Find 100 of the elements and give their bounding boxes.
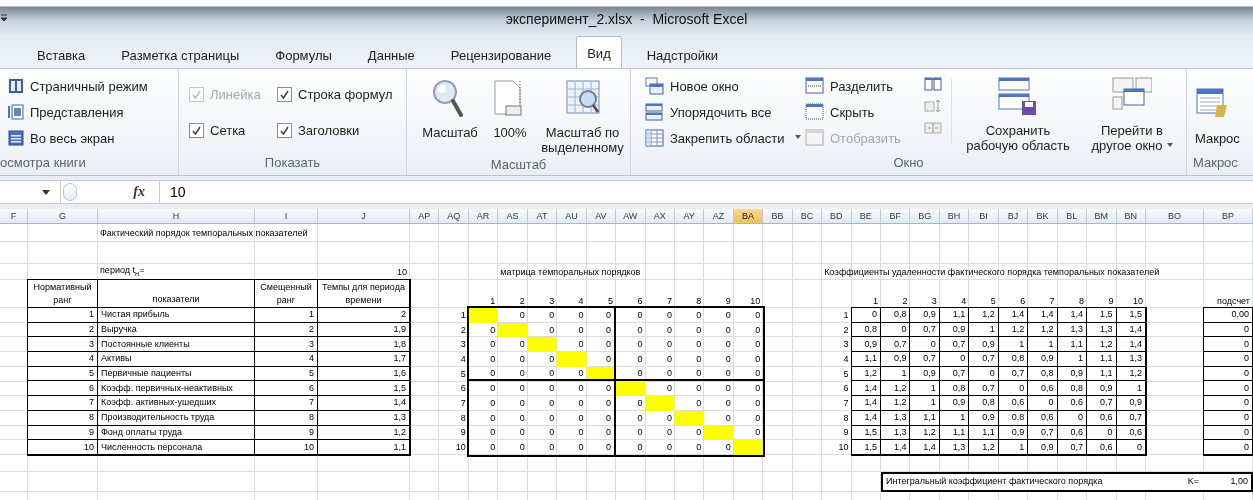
matrix-cell-text: 0	[665, 426, 673, 440]
column-header[interactable]: H	[98, 209, 255, 223]
column-header[interactable]: BL	[1057, 209, 1088, 223]
column-header[interactable]: AS	[498, 209, 528, 223]
column-header[interactable]: AR	[468, 209, 499, 223]
matrix-cell-text: 0	[548, 382, 556, 396]
matrix-cell-text: 0	[548, 352, 556, 366]
column-header[interactable]: BJ	[998, 209, 1029, 223]
count-cell: 0,00	[1203, 308, 1253, 323]
column-header[interactable]: BC	[792, 209, 823, 223]
table-cell: Численность персонала	[98, 440, 255, 455]
ribbon-tab[interactable]: Разметка страницы	[103, 42, 258, 68]
matrix-cell-text: 0	[665, 323, 673, 337]
window-tool-button[interactable]	[924, 77, 942, 91]
column-header[interactable]: BK	[1028, 209, 1058, 223]
table-cell: Первичные пациенты	[98, 366, 255, 382]
ribbon-tab[interactable]: Данные	[349, 42, 433, 68]
checkbox[interactable]	[277, 86, 292, 102]
matrix-cell-text: 0	[724, 411, 732, 425]
column-header[interactable]: BP	[1203, 209, 1253, 223]
column-header[interactable]: BM	[1087, 209, 1117, 223]
zoom-button[interactable]: Масштаб по выделенному	[535, 69, 630, 155]
column-heading: показатели	[98, 280, 255, 308]
checkmark-icon	[192, 125, 201, 135]
matrix-cell-text: 0	[518, 411, 526, 425]
column-header[interactable]: AP	[410, 209, 440, 223]
column-header[interactable]: BG	[910, 209, 940, 223]
matrix-cell: 1,2	[881, 381, 911, 397]
column-header[interactable]: I	[255, 209, 318, 223]
matrix-cell-text: 0	[548, 308, 556, 322]
window-button[interactable]: Скрыть	[801, 99, 921, 125]
matrix-row-label: 3	[842, 338, 850, 352]
matrix-row-label: 8	[459, 411, 467, 425]
table-cell: 1,1	[318, 440, 410, 455]
matrix-cell-text: 0	[754, 323, 762, 337]
column-header[interactable]: F	[0, 209, 28, 223]
column-header[interactable]: BO	[1145, 209, 1204, 223]
macros-button[interactable]: Макрос	[1187, 69, 1240, 153]
checkbox-option[interactable]: Сетка	[185, 117, 273, 143]
ribbon-tab[interactable]: Вставка	[19, 42, 104, 68]
matrix-cell: 0,8	[998, 410, 1029, 426]
matrix-cell-text: 0	[489, 352, 497, 366]
column-header[interactable]: G	[28, 209, 98, 223]
fullscreen-icon	[8, 130, 24, 146]
column-header[interactable]: AZ	[704, 209, 734, 223]
matrix-cell: 0,6	[1087, 410, 1117, 426]
column-header[interactable]: BB	[763, 209, 793, 223]
checkbox[interactable]	[189, 122, 204, 138]
insert-function-button[interactable]: fx	[133, 184, 145, 200]
checkbox[interactable]	[277, 122, 292, 138]
column-header[interactable]: AV	[586, 209, 617, 223]
window-button[interactable]: Перейти в другое окно	[1078, 69, 1186, 153]
checkbox-option[interactable]: Заголовки	[273, 117, 403, 143]
column-header[interactable]: BN	[1116, 209, 1146, 223]
column-header[interactable]: AY	[674, 209, 705, 223]
table-cell: 8	[28, 410, 98, 426]
split-icon	[805, 77, 824, 95]
ribbon-tab[interactable]: Формулы	[257, 42, 350, 68]
checkbox-option[interactable]: Строка формул	[273, 81, 403, 107]
ribbon-tab[interactable]: Надстройки	[628, 42, 737, 68]
formula-field[interactable]: 10	[160, 181, 1253, 203]
ribbon-tab[interactable]: Рецензирование	[432, 42, 570, 68]
window-button[interactable]: Закрепить области	[641, 125, 801, 151]
matrix-cell-text: 0	[489, 441, 497, 455]
window-button[interactable]: Разделить	[801, 73, 921, 99]
column-header[interactable]: BE	[851, 209, 881, 223]
table-cell: 9	[255, 425, 318, 441]
column-header[interactable]: BH	[939, 209, 970, 223]
expand-handle[interactable]	[63, 183, 77, 201]
column-header[interactable]: AQ	[439, 209, 469, 223]
matrix-row-label: 8	[842, 411, 850, 425]
matrix-cell: 0	[733, 366, 764, 382]
matrix-cell-text: 0	[577, 338, 585, 352]
column-header[interactable]: BI	[969, 209, 999, 223]
column-heading: Нормативный ранг	[28, 280, 98, 308]
column-header[interactable]: AU	[557, 209, 587, 223]
column-header[interactable]: AT	[527, 209, 558, 223]
window-button[interactable]: Упорядочить все	[641, 99, 801, 125]
column-header[interactable]: AX	[645, 209, 675, 223]
column-header[interactable]: AW	[616, 209, 646, 223]
zoom-button[interactable]: 100%	[485, 69, 535, 155]
view-button[interactable]: Страничный режим	[4, 73, 152, 99]
matrix-cell: 0,7	[1087, 396, 1117, 411]
matrix-column-label: 2	[518, 295, 526, 308]
matrix-row-label: 1	[842, 308, 850, 322]
column-header[interactable]: BD	[822, 209, 852, 223]
customize-icon[interactable]	[1, 14, 7, 22]
column-header[interactable]: J	[318, 209, 410, 223]
matrix-column-label: 7	[665, 295, 673, 308]
matrix-cell: 1,3	[939, 440, 970, 455]
page-layout-icon	[8, 78, 24, 94]
view-button[interactable]: Представления	[4, 99, 152, 125]
view-button[interactable]: Во весь экран	[4, 125, 152, 151]
matrix-column-label: 8	[1078, 295, 1086, 308]
window-button[interactable]: Новое окно	[641, 73, 801, 99]
ribbon-tab[interactable]: Вид	[576, 36, 622, 68]
column-header[interactable]: BA	[733, 209, 764, 223]
column-header[interactable]: BF	[881, 209, 911, 223]
zoom-button[interactable]: Масштаб	[415, 69, 485, 155]
window-button[interactable]: Сохранить рабочую область	[958, 69, 1078, 153]
